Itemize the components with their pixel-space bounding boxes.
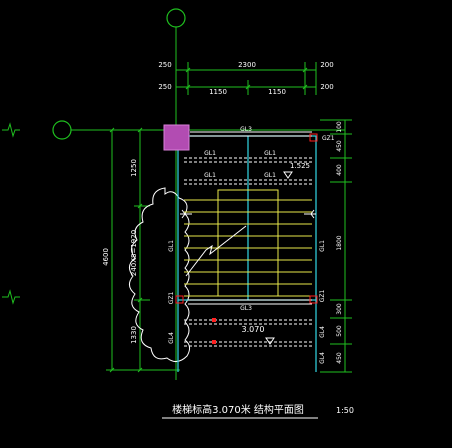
dim-left-c: 1330 bbox=[130, 326, 138, 344]
label-gl3-mid: GL3 bbox=[240, 305, 252, 312]
dim-right-2: 450 bbox=[336, 140, 343, 152]
section-ticks bbox=[212, 318, 216, 344]
stair-frame bbox=[177, 135, 317, 372]
label-gl1-d: GL1 bbox=[264, 172, 276, 179]
dim-right-4: 1800 bbox=[336, 235, 343, 250]
dim-top1-right: 200 bbox=[320, 61, 333, 69]
dim-left-b: 240X8=1920 bbox=[130, 230, 138, 276]
dim-top2-left: 250 bbox=[158, 83, 171, 91]
label-gl1-vert-right: GL1 bbox=[319, 240, 326, 252]
label-gl3-top: GL3 bbox=[240, 126, 252, 133]
stair-break-line bbox=[185, 225, 247, 277]
label-gl4-right: GL4 bbox=[319, 326, 326, 338]
corner-column-gz bbox=[163, 124, 190, 151]
axis-bubble-left bbox=[52, 120, 72, 140]
label-level-low: 3.070 bbox=[242, 325, 265, 334]
dim-left-total: 4600 bbox=[102, 248, 110, 266]
dim-right-3: 400 bbox=[336, 164, 343, 176]
label-gz1-right: GZ1 bbox=[319, 290, 326, 303]
dim-top2-right: 200 bbox=[320, 83, 333, 91]
dim-top2-b: 1150 bbox=[268, 88, 286, 96]
label-gz1-left: GZ1 bbox=[168, 292, 175, 305]
label-gl4-left: GL4 bbox=[168, 332, 175, 344]
break-mark-top bbox=[2, 122, 20, 138]
dim-right-1: 100 bbox=[336, 121, 343, 133]
label-gl4-right-2: GL4 bbox=[319, 352, 326, 364]
label-gl1-b: GL1 bbox=[264, 150, 276, 157]
break-mark-bottom bbox=[2, 289, 20, 305]
dim-top1-mid: 2300 bbox=[238, 61, 256, 69]
dim-right-6: 500 bbox=[336, 325, 343, 337]
label-gz1-top-right: GZ1 bbox=[322, 135, 335, 142]
level-mark-mid bbox=[283, 171, 293, 179]
label-level-mid: 1.525 bbox=[290, 162, 310, 170]
label-gl1-vert-left: GL1 bbox=[168, 240, 175, 252]
dim-top1-left: 250 bbox=[158, 61, 171, 69]
drawing-scale: 1:50 bbox=[336, 406, 354, 415]
beam-gl2 bbox=[188, 299, 312, 305]
label-gl1-c: GL1 bbox=[204, 172, 216, 179]
dim-left-a: 1250 bbox=[130, 159, 138, 177]
axis-bubble-top bbox=[166, 8, 186, 28]
dim-top2-a: 1150 bbox=[209, 88, 227, 96]
dim-right-5: 300 bbox=[336, 303, 343, 315]
level-mark-low bbox=[265, 337, 275, 345]
column-markers bbox=[175, 133, 318, 304]
stair-plan-drawing: 250 2300 200 250 1150 1150 200 4600 1250… bbox=[2, 8, 354, 419]
dim-right-7: 450 bbox=[336, 352, 343, 364]
cad-canvas: 250 2300 200 250 1150 1150 200 4600 1250… bbox=[0, 0, 452, 448]
label-gl1-a: GL1 bbox=[204, 150, 216, 157]
drawing-title: 楼梯标高3.070米 结构平面图 bbox=[172, 403, 304, 416]
